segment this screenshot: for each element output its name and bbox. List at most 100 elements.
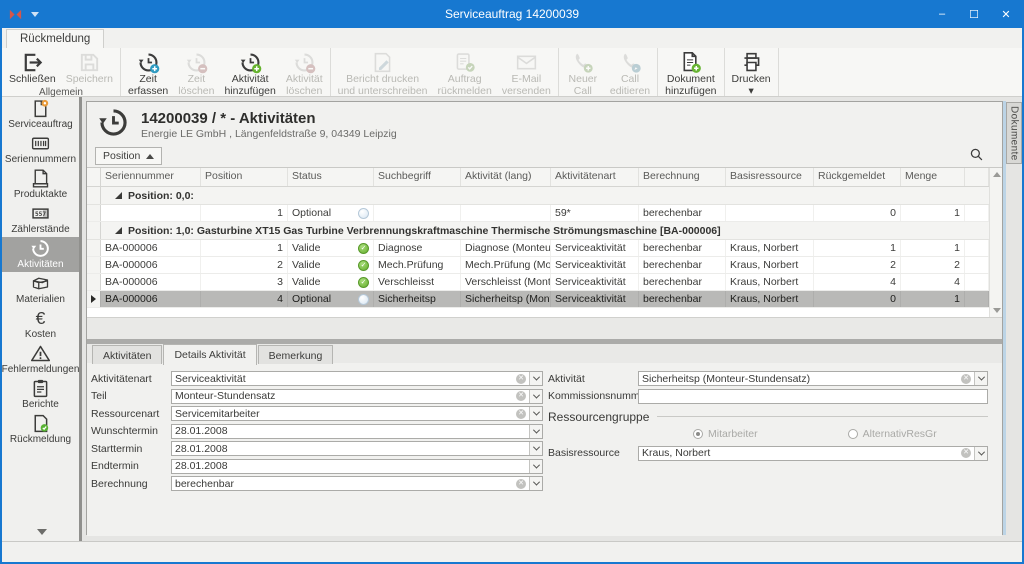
clear-icon[interactable]: ✕	[961, 448, 971, 458]
aktivit-tenart-field[interactable]: Serviceaktivität✕	[171, 371, 543, 386]
field-label-aktivit-tenart: Aktivitätenart	[91, 373, 171, 385]
sidebar-item-seriennummern[interactable]: Seriennummern	[2, 132, 79, 167]
sidebar-item-produktakte[interactable]: Produktakte	[2, 167, 79, 202]
dock-splitter[interactable]	[1003, 101, 1006, 535]
aktivitaet-value: Sicherheitsp (Monteur-Stundensatz)	[639, 373, 961, 385]
document-add-button[interactable]: Dokumenthinzufügen	[660, 49, 721, 98]
basisressource-value: Kraus, Norbert	[639, 447, 961, 459]
starttermin-field[interactable]: 28.01.2008	[171, 441, 543, 456]
form-row: Endtermin28.01.2008	[91, 459, 543, 474]
column-header-position[interactable]: Position	[201, 168, 288, 186]
time-add-button[interactable]: Zeiterfassen	[123, 49, 173, 98]
column-header-menge[interactable]: Menge	[901, 168, 965, 186]
column-header-seriennummer[interactable]: Seriennummer	[101, 168, 201, 186]
dropdown-button[interactable]	[974, 447, 987, 460]
cell-aktivitaet_lang: Mech.Prüfung (Monte...	[461, 257, 551, 273]
sidebar-item-materialien[interactable]: Materialien	[2, 272, 79, 307]
dropdown-button[interactable]	[529, 372, 542, 385]
endtermin-field[interactable]: 28.01.2008	[171, 459, 543, 474]
cell-rueckgemeldet: 1	[814, 240, 901, 256]
basisressource-field[interactable]: Kraus, Norbert ✕	[638, 446, 988, 461]
button-label: Calleditieren	[610, 74, 650, 98]
sidebar-item-label: Materialien	[16, 294, 65, 305]
activity-add-button[interactable]: Aktivitäthinzufügen	[219, 49, 280, 98]
dokumente-side-tab[interactable]: Dokumente	[1006, 102, 1022, 164]
table-row[interactable]: BA-0000062Valide✓Mech.PrüfungMech.Prüfun…	[87, 257, 989, 274]
cell-basisressource: Kraus, Norbert	[726, 274, 814, 290]
aktivitaet-field[interactable]: Sicherheitsp (Monteur-Stundensatz) ✕	[638, 371, 988, 386]
chevron-down-icon	[977, 374, 984, 381]
column-header-status[interactable]: Status	[288, 168, 374, 186]
table-row[interactable]: BA-0000063Valide✓VerschleisstVerschleiss…	[87, 274, 989, 291]
sidebar-item-serviceauftrag[interactable]: Serviceauftrag	[2, 97, 79, 132]
maximize-button[interactable]: ☐	[958, 0, 990, 28]
sidebar-item-berichte[interactable]: Berichte	[2, 377, 79, 412]
group-expand-icon[interactable]	[115, 192, 122, 199]
search-button[interactable]	[969, 147, 984, 167]
table-row[interactable]: BA-0000061Valide✓DiagnoseDiagnose (Monte…	[87, 240, 989, 257]
close-button[interactable]: ✕	[990, 0, 1022, 28]
tab-details-aktivit-t[interactable]: Details Aktivität	[163, 344, 256, 365]
sidebar-item-z-hlerst-nde[interactable]: 557Zählerstände	[2, 202, 79, 237]
radio-selected-icon	[693, 429, 703, 439]
dropdown-button[interactable]	[529, 425, 542, 438]
minimize-button[interactable]: –	[926, 0, 958, 28]
group-expand-icon[interactable]	[115, 227, 122, 234]
sidebar-item-fehlermeldungen[interactable]: Fehlermeldungen	[2, 342, 79, 377]
dropdown-button[interactable]	[529, 460, 542, 473]
cell-aktivitaetenart: 59*	[551, 205, 639, 221]
exit-button[interactable]: Schließen	[4, 49, 61, 86]
cell-status: Valide✓	[288, 240, 374, 256]
scroll-up-icon[interactable]	[993, 172, 1001, 177]
ressourcenart-field[interactable]: Servicemitarbeiter✕	[171, 406, 543, 421]
teil-field[interactable]: Monteur-Stundensatz✕	[171, 389, 543, 404]
sidebar-item-kosten[interactable]: €Kosten	[2, 307, 79, 342]
sidebar-item-r-ckmeldung[interactable]: Rückmeldung	[2, 412, 79, 447]
dropdown-button[interactable]	[974, 372, 987, 385]
dropdown-button[interactable]	[529, 407, 542, 420]
groupby-chip-label: Position	[103, 150, 140, 162]
grid-group-row[interactable]: Position: 0,0:	[87, 187, 989, 205]
exit-icon	[21, 50, 44, 74]
button-label: Zeitlöschen	[178, 74, 214, 98]
clear-icon[interactable]: ✕	[516, 374, 526, 384]
time-remove-button: Zeitlöschen	[173, 49, 219, 98]
groupby-chip-position[interactable]: Position	[95, 147, 162, 165]
dropdown-button[interactable]	[529, 390, 542, 403]
grid-scrollbar[interactable]	[989, 168, 1002, 317]
column-header-berechnung[interactable]: Berechnung	[639, 168, 726, 186]
cell-seriennummer: BA-000006	[101, 240, 201, 256]
cell-seriennummer: BA-000006	[101, 257, 201, 273]
form-right-column: Aktivität Sicherheitsp (Monteur-Stundens…	[548, 371, 988, 463]
column-header-aktivit-tenart[interactable]: Aktivitätenart	[551, 168, 639, 186]
call-add-button: NeuerCall	[561, 49, 605, 98]
clear-icon[interactable]: ✕	[516, 409, 526, 419]
tab-aktivit-ten[interactable]: Aktivitäten	[92, 345, 162, 365]
column-header-basisressource[interactable]: Basisressource	[726, 168, 814, 186]
radio-mitarbeiter[interactable]: Mitarbeiter	[693, 428, 758, 440]
wunschtermin-field[interactable]: 28.01.2008	[171, 424, 543, 439]
kommissionsnummer-field[interactable]	[638, 389, 988, 404]
clear-icon[interactable]: ✕	[961, 374, 971, 384]
clear-icon[interactable]: ✕	[516, 391, 526, 401]
scroll-down-icon[interactable]	[993, 308, 1001, 313]
grid-group-row[interactable]: Position: 1,0: Gasturbine XT15 Gas Turbi…	[87, 222, 989, 240]
column-header-suchbegriff[interactable]: Suchbegriff	[374, 168, 461, 186]
dropdown-button[interactable]	[529, 442, 542, 455]
radio-alternativresgr[interactable]: AlternativResGr	[848, 428, 937, 440]
sidebar-item-aktivit-ten[interactable]: Aktivitäten	[2, 237, 79, 272]
table-row[interactable]: BA-0000064OptionalSicherheitspSicherheit…	[87, 291, 989, 308]
column-header-r-ckgemeldet[interactable]: Rückgemeldet	[814, 168, 901, 186]
sidebar-overflow-button[interactable]	[2, 529, 82, 535]
tab-bemerkung[interactable]: Bemerkung	[258, 345, 334, 365]
printer-button[interactable]: Drucken▾	[727, 49, 776, 98]
sidebar-item-label: Rückmeldung	[10, 434, 71, 445]
clear-icon[interactable]: ✕	[516, 479, 526, 489]
tab-rueckmeldung[interactable]: Rückmeldung	[6, 29, 104, 48]
table-row[interactable]: 1Optional59*berechenbar01	[87, 205, 989, 222]
berechnung-field[interactable]: berechenbar✕	[171, 476, 543, 491]
costs-icon: €	[30, 308, 51, 329]
field-label-teil: Teil	[91, 390, 171, 402]
dropdown-button[interactable]	[529, 477, 542, 490]
column-header-aktivit-t-lang[interactable]: Aktivität (lang)	[461, 168, 551, 186]
